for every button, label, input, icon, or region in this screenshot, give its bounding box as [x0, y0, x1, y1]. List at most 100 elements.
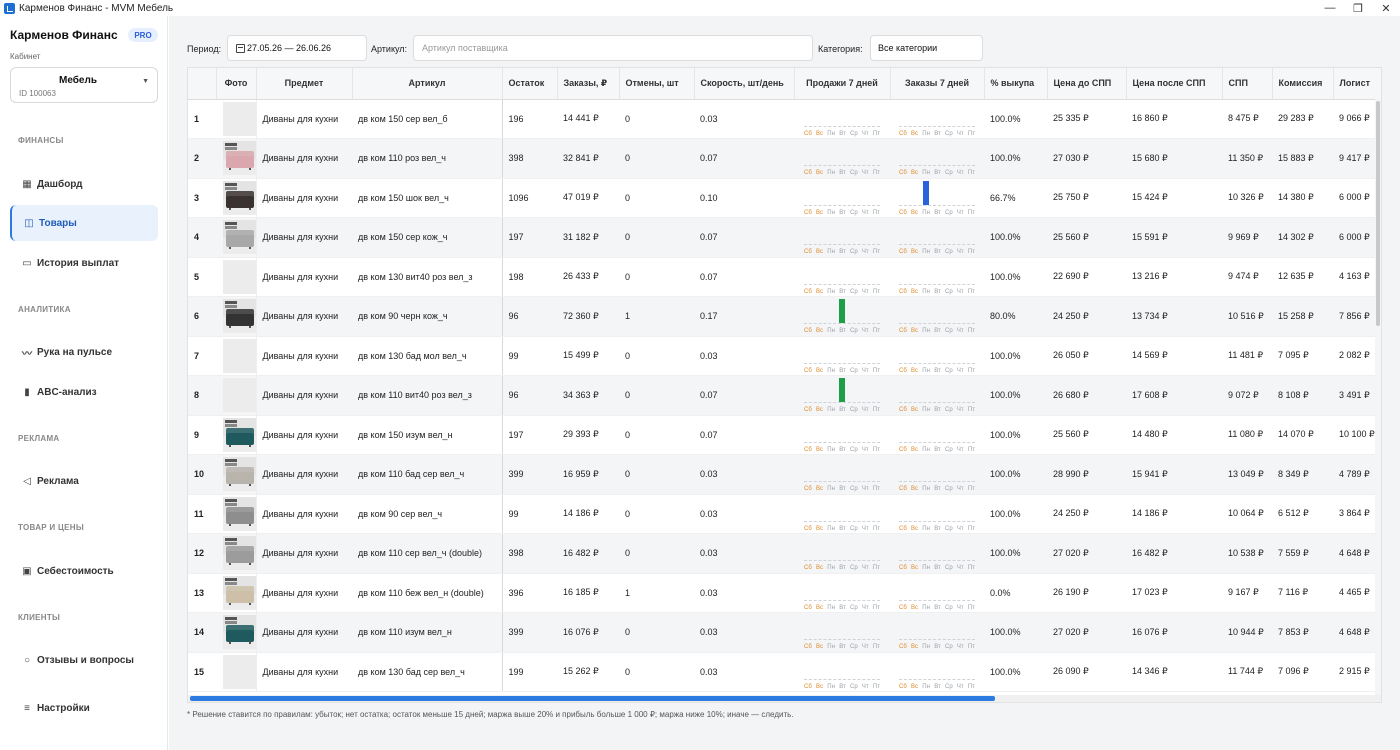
product-thumbnail[interactable]	[223, 417, 255, 452]
product-thumbnail[interactable]	[223, 220, 255, 255]
day-label: Чт	[861, 525, 869, 532]
col-header-cancels[interactable]: Отмены, шт	[619, 68, 695, 100]
cabinet-select[interactable]: Мебель ID 100063 ▼	[10, 67, 158, 103]
vertical-scrollbar[interactable]	[1375, 99, 1381, 697]
cell-orders7: Сб Вс Пн Вт Ср Чт Пт	[890, 217, 984, 258]
col-header-stock[interactable]: Остаток	[502, 68, 558, 100]
table-row[interactable]: 13 Диваны для кухни дв ком 110 беж вел_н (…	[188, 573, 1381, 613]
product-thumbnail[interactable]	[223, 615, 255, 650]
sparkline-baseline	[899, 204, 975, 206]
col-header-logistics[interactable]: Логист	[1333, 68, 1381, 100]
sparkline-baseline	[899, 599, 975, 601]
table-row[interactable]: 9 Диваны для кухни дв ком 150 изум вел_н 19…	[188, 415, 1381, 455]
table-row[interactable]: 5 Диваны для кухни дв ком 130 вит40 роз ве…	[188, 257, 1381, 297]
day-label: Вс	[816, 446, 824, 453]
cell-price-before: 24 250 ₽	[1047, 494, 1126, 534]
table-row[interactable]: 1 Диваны для кухни дв ком 150 сер вел_б 196…	[188, 99, 1381, 139]
table-row[interactable]: 12 Диваны для кухни дв ком 110 сер вел_ч (…	[188, 533, 1381, 574]
product-thumbnail[interactable]	[223, 575, 255, 610]
category-select[interactable]: Все категории	[870, 35, 983, 61]
vertical-scrollbar-thumb[interactable]	[1376, 101, 1380, 326]
day-label: Вс	[911, 565, 919, 572]
close-button[interactable]: ✕	[1372, 0, 1400, 16]
product-thumbnail[interactable]	[223, 338, 255, 373]
table-row[interactable]: 4 Диваны для кухни дв ком 150 сер кож_ч 197…	[188, 217, 1381, 258]
sidebar-item-label: Дашборд	[37, 178, 83, 190]
product-thumbnail[interactable]	[223, 101, 255, 136]
horizontal-scrollbar[interactable]	[188, 695, 1381, 702]
minimize-button[interactable]: —	[1316, 0, 1344, 16]
cell-price-before: 27 020 ₽	[1047, 533, 1126, 574]
sidebar-item-dashboard[interactable]: ▦ Дашборд	[10, 166, 158, 202]
col-header-price-before[interactable]: Цена до СПП	[1047, 68, 1127, 100]
table-row[interactable]: 11 Диваны для кухни дв ком 90 сер вел_ч 99 1…	[188, 494, 1381, 534]
table-row[interactable]: 10 Диваны для кухни дв ком 110 бад сер вел…	[188, 454, 1381, 495]
cell-price-after: 16 076 ₽	[1126, 612, 1222, 653]
article-search-input[interactable]	[413, 35, 813, 61]
cell-spp: 10 538 ₽	[1222, 533, 1272, 574]
products-table-body: 1 Диваны для кухни дв ком 150 сер вел_б 196…	[188, 99, 1381, 692]
col-header-commission[interactable]: Комиссия	[1272, 68, 1334, 100]
col-header-spp[interactable]: СПП	[1222, 68, 1273, 100]
table-row[interactable]: 8 Диваны для кухни дв ком 110 вит40 роз ве…	[188, 375, 1381, 416]
cell-orders: 72 360 ₽	[557, 296, 619, 337]
day-label: Сб	[804, 249, 812, 256]
cell-commission: 7 116 ₽	[1272, 573, 1333, 613]
cell-price-before: 27 030 ₽	[1047, 138, 1126, 179]
day-label: Чт	[956, 249, 964, 256]
sidebar-item-ads[interactable]: ◁ Реклама	[10, 463, 158, 499]
product-thumbnail[interactable]	[223, 536, 255, 571]
sparkline-day-labels: Сб Вс Пн Вт Ср Чт Пт	[802, 486, 882, 492]
day-label: Сб	[899, 170, 907, 177]
product-thumbnail[interactable]	[223, 259, 255, 294]
col-header-buyout[interactable]: % выкупа	[984, 68, 1048, 100]
sparkline-baseline	[804, 244, 880, 246]
maximize-button[interactable]: ❐	[1344, 0, 1372, 16]
day-label: Пн	[827, 288, 835, 295]
col-header-price-after[interactable]: Цена после СПП	[1126, 68, 1223, 100]
table-row[interactable]: 3 Диваны для кухни дв ком 150 шок вел_ч 109…	[188, 178, 1381, 218]
pro-badge: PRO	[128, 28, 158, 42]
orders-7d-sparkline: Сб Вс Пн Вт Ср Чт Пт	[897, 654, 977, 690]
cell-article: дв ком 110 сер вел_ч (double)	[352, 533, 503, 574]
sidebar-item-goods[interactable]: ◫ Товары	[10, 205, 158, 241]
product-thumbnail[interactable]	[223, 378, 255, 413]
product-thumbnail[interactable]	[223, 141, 255, 176]
col-header-orders7[interactable]: Заказы 7 дней	[890, 68, 985, 100]
table-row[interactable]: 6 Диваны для кухни дв ком 90 черн кож_ч 96 7…	[188, 296, 1381, 337]
col-header[interactable]	[188, 68, 217, 100]
day-label: Пн	[922, 644, 930, 651]
col-header-sales7[interactable]: Продажи 7 дней	[794, 68, 891, 100]
table-row[interactable]: 2 Диваны для кухни дв ком 110 роз вел_ч 398…	[188, 138, 1381, 179]
col-header-speed[interactable]: Скорость, шт/день	[694, 68, 795, 100]
col-header-article[interactable]: Артикул	[352, 68, 503, 100]
product-thumbnail[interactable]	[223, 654, 255, 689]
day-label: Сб	[804, 328, 812, 335]
table-row[interactable]: 15 Диваны для кухни дв ком 130 бад сер вел…	[188, 652, 1381, 692]
day-label: Вт	[934, 565, 941, 572]
sidebar-item-pulse[interactable]: 〰 Рука на пульсе	[10, 334, 158, 370]
horizontal-scrollbar-thumb[interactable]	[190, 696, 995, 701]
sidebar-item-settings[interactable]: ≡ Настройки	[10, 690, 158, 726]
product-thumbnail[interactable]	[223, 299, 255, 334]
table-row[interactable]: 14 Диваны для кухни дв ком 110 изум вел_н 3…	[188, 612, 1381, 653]
col-header-subject[interactable]: Предмет	[256, 68, 353, 100]
table-row[interactable]: 7 Диваны для кухни дв ком 130 бад мол вел_…	[188, 336, 1381, 376]
col-header-photo[interactable]: Фото	[216, 68, 257, 100]
product-thumbnail[interactable]	[223, 457, 255, 492]
sparkline-baseline	[804, 678, 880, 680]
table-footnote: * Решение ставится по правилам: убыток; …	[187, 710, 794, 719]
sidebar-item-payouts[interactable]: ▭ История выплат	[10, 245, 158, 281]
product-thumbnail[interactable]	[223, 180, 255, 215]
day-label: Сб	[899, 644, 907, 651]
cell-article: дв ком 110 бад сер вел_ч	[352, 454, 503, 495]
col-header-orders[interactable]: Заказы, ₽	[557, 68, 620, 100]
day-label: Вт	[839, 683, 846, 690]
day-label: Ср	[945, 249, 953, 256]
period-picker[interactable]: 27.05.26 — 26.06.26	[227, 35, 367, 61]
sidebar-item-abc[interactable]: ▮ ABC-анализ	[10, 374, 158, 410]
sidebar-item-cost[interactable]: ▣ Себестоимость	[10, 553, 158, 589]
sidebar-item-reviews[interactable]: ○ Отзывы и вопросы	[10, 642, 158, 678]
product-thumbnail[interactable]	[223, 496, 255, 531]
window-controls: — ❐ ✕	[1316, 0, 1400, 16]
